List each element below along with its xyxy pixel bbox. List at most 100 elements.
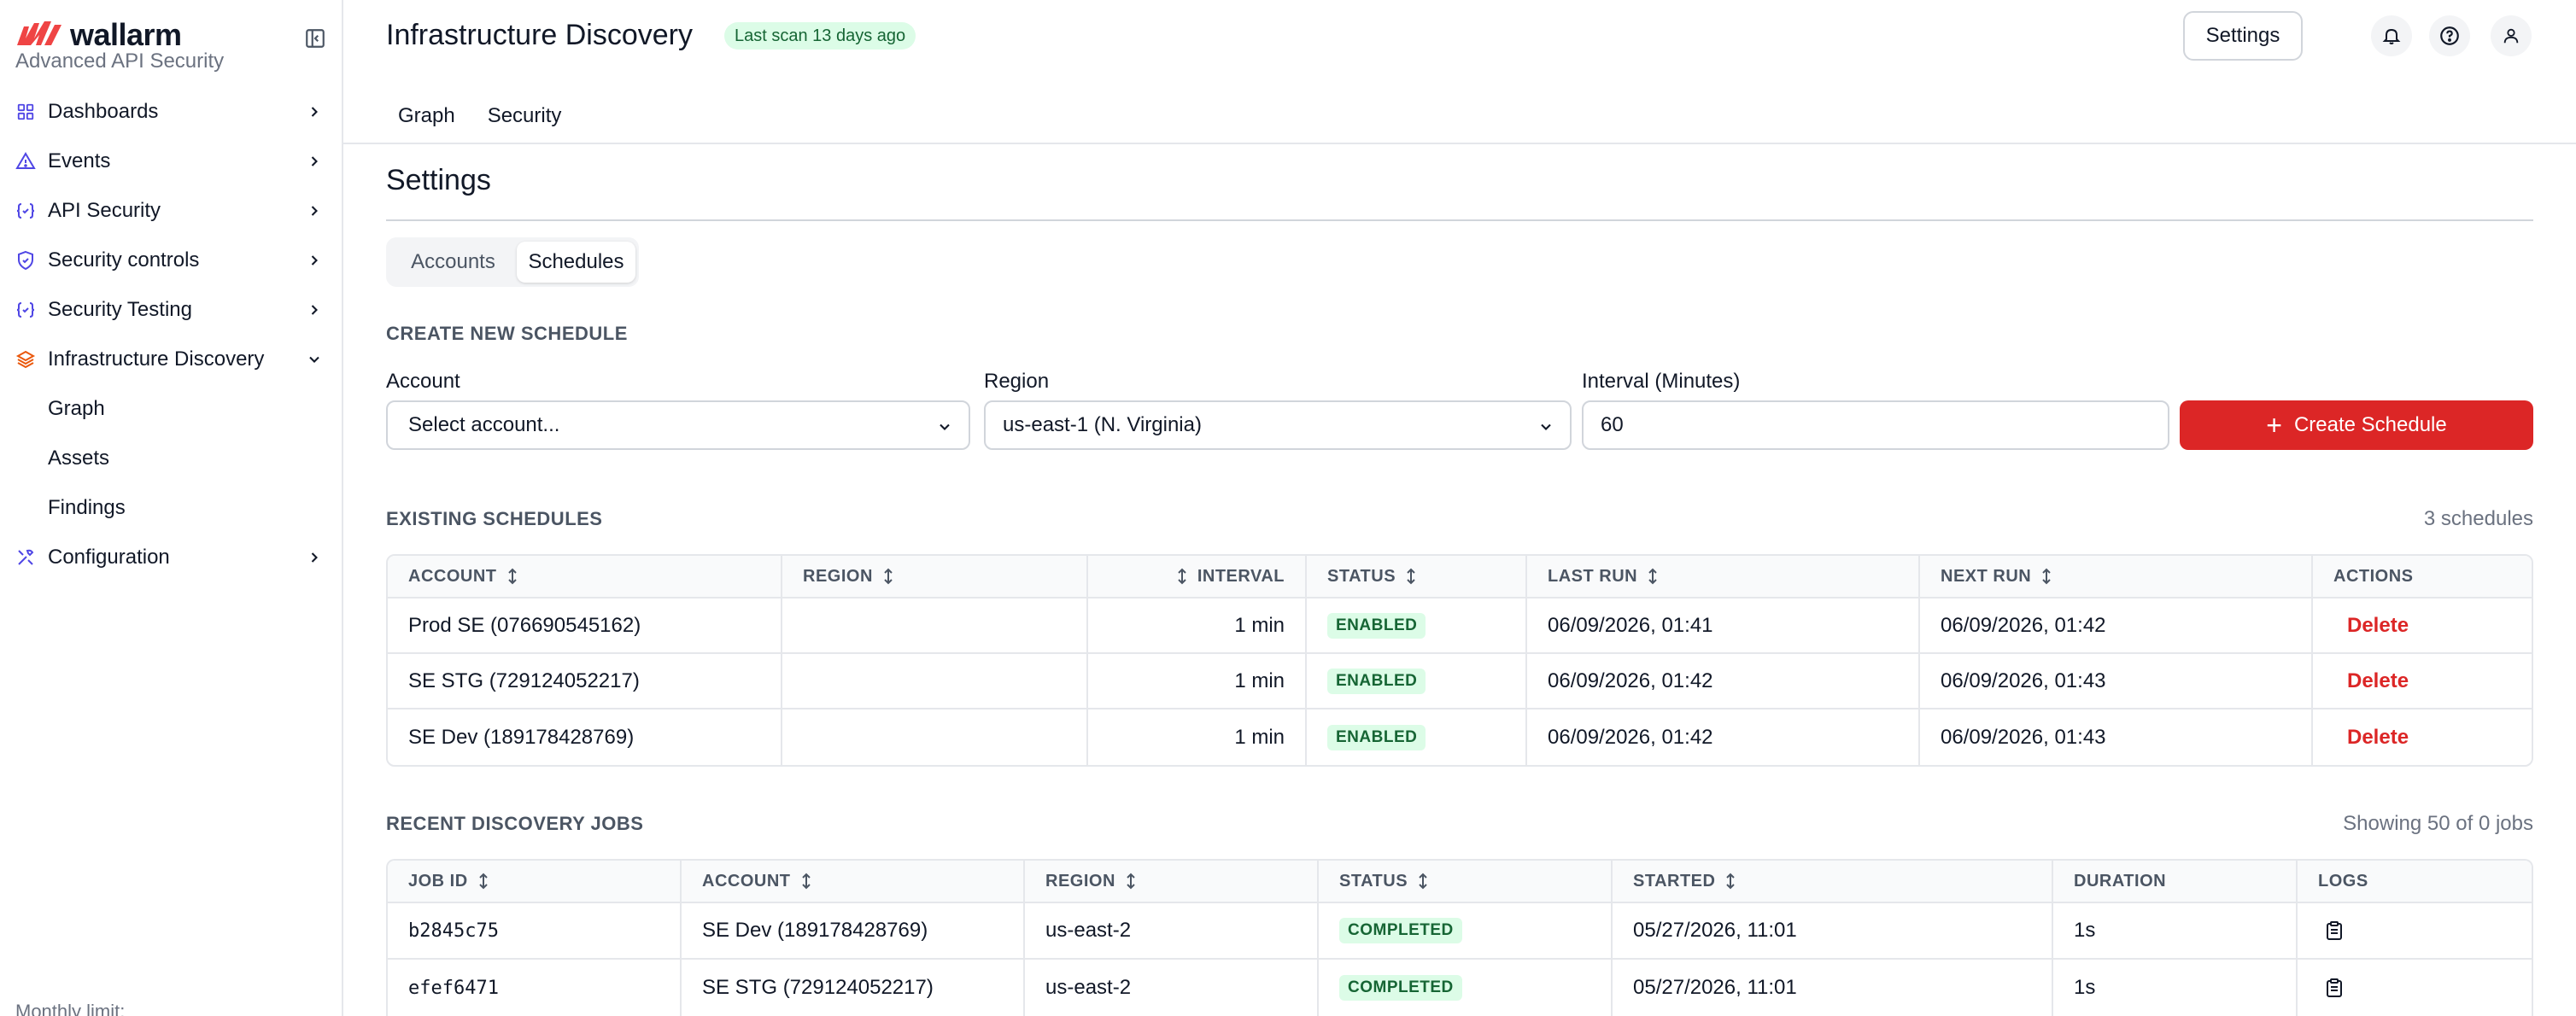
region-select[interactable]: us-east-1 (N. Virginia): [984, 400, 1572, 450]
table-row: Prod SE (076690545162) 1 min ENABLED 06/…: [388, 599, 2532, 654]
sort-icon: [1127, 873, 1135, 890]
column-header-status[interactable]: STATUS: [1307, 556, 1527, 597]
cell-region: [782, 654, 1088, 708]
segment-accounts[interactable]: Accounts: [389, 242, 517, 283]
settings-segmented-control: Accounts Schedules: [386, 237, 639, 287]
delete-button[interactable]: Delete: [2347, 669, 2409, 693]
last-scan-badge: Last scan 13 days ago: [724, 22, 916, 50]
sidebar-item-configuration[interactable]: Configuration: [0, 533, 342, 582]
sidebar-subitem-graph[interactable]: Graph: [0, 384, 342, 434]
help-button[interactable]: [2429, 15, 2470, 56]
column-label: STATUS: [1327, 566, 1396, 586]
column-label: ACCOUNT: [408, 566, 497, 586]
sidebar-item-dashboards[interactable]: Dashboards: [0, 87, 342, 137]
tab-security[interactable]: Security: [476, 92, 574, 140]
column-label: REGION: [1045, 871, 1115, 890]
column-header-job-id[interactable]: JOB ID: [388, 861, 682, 902]
sidebar-item-infrastructure-discovery[interactable]: Infrastructure Discovery: [0, 335, 342, 384]
tools-icon: [15, 547, 36, 568]
table-row: SE STG (729124052217) 1 min ENABLED 06/0…: [388, 654, 2532, 709]
tabs-divider: [343, 143, 2576, 144]
cell-actions: Delete: [2313, 709, 2532, 765]
sort-icon: [1726, 873, 1736, 890]
settings-button[interactable]: Settings: [2183, 11, 2303, 61]
status-badge: COMPLETED: [1339, 918, 1462, 943]
brand-logo[interactable]: wallarm: [15, 17, 182, 53]
user-menu-button[interactable]: [2491, 15, 2532, 56]
chevron-right-icon: [311, 107, 318, 117]
cell-region: [782, 599, 1088, 652]
delete-button[interactable]: Delete: [2347, 726, 2409, 750]
account-select[interactable]: Select account...: [386, 400, 970, 450]
cell-started: 05/27/2026, 11:01: [1613, 903, 2053, 958]
status-badge: COMPLETED: [1339, 975, 1462, 1001]
cell-status: ENABLED: [1307, 654, 1527, 708]
sidebar-item-label: Configuration: [48, 546, 170, 569]
sidebar-item-api-security[interactable]: API Security: [0, 186, 342, 236]
sidebar-subitem-assets[interactable]: Assets: [0, 434, 342, 483]
chevron-right-icon: [311, 552, 318, 563]
cell-next-run: 06/09/2026, 01:43: [1920, 709, 2313, 765]
column-header-logs: LOGS: [2298, 861, 2532, 902]
jobs-count: Showing 50 of 0 jobs: [2343, 812, 2533, 835]
account-select-value: Select account...: [408, 413, 560, 436]
cell-status: COMPLETED: [1319, 903, 1613, 958]
column-header-duration: DURATION: [2053, 861, 2298, 902]
notifications-button[interactable]: [2371, 15, 2412, 56]
column-header-account[interactable]: ACCOUNT: [388, 556, 782, 597]
tab-graph[interactable]: Graph: [386, 92, 467, 140]
interval-field-label: Interval (Minutes): [1582, 370, 1741, 393]
column-label: ACTIONS: [2333, 566, 2414, 586]
chevron-down-icon: [1541, 423, 1551, 430]
sort-icon: [1178, 568, 1186, 585]
sidebar-item-label: Security controls: [48, 248, 200, 272]
table-row: efef6471 SE STG (729124052217) us-east-2…: [388, 960, 2532, 1016]
cell-account: SE Dev (189178428769): [388, 709, 782, 765]
sort-icon: [884, 568, 893, 585]
page-title: Infrastructure Discovery: [386, 19, 693, 51]
clipboard-icon[interactable]: [2325, 920, 2344, 941]
sidebar-item-events[interactable]: Events: [0, 137, 342, 186]
clipboard-icon[interactable]: [2325, 978, 2344, 998]
column-header-status[interactable]: STATUS: [1319, 861, 1613, 902]
create-schedule-button[interactable]: + Create Schedule: [2180, 400, 2533, 450]
column-header-last-run[interactable]: LAST RUN: [1527, 556, 1920, 597]
cell-actions: Delete: [2313, 599, 2532, 652]
column-header-region[interactable]: REGION: [1025, 861, 1319, 902]
column-header-account[interactable]: ACCOUNT: [682, 861, 1025, 902]
cell-duration: 1s: [2053, 903, 2298, 958]
column-header-next-run[interactable]: NEXT RUN: [1920, 556, 2313, 597]
column-header-started[interactable]: STARTED: [1613, 861, 2053, 902]
cell-started: 05/27/2026, 11:01: [1613, 960, 2053, 1016]
cell-last-run: 06/09/2026, 01:42: [1527, 654, 1920, 708]
table-header: JOB ID ACCOUNT REGION STATUS STARTED DUR…: [388, 861, 2532, 903]
cell-logs: [2298, 903, 2532, 958]
schedules-table: ACCOUNT REGION INTERVAL STATUS LAST RUN …: [386, 554, 2533, 767]
column-label: DURATION: [2074, 871, 2167, 890]
delete-button[interactable]: Delete: [2347, 614, 2409, 638]
cell-account: SE Dev (189178428769): [682, 903, 1025, 958]
sidebar-item-label: API Security: [48, 199, 161, 222]
column-header-interval[interactable]: INTERVAL: [1088, 556, 1307, 597]
sidebar-collapse-icon[interactable]: [304, 27, 326, 50]
sidebar-item-label: Infrastructure Discovery: [48, 347, 265, 371]
sidebar-item-security-testing[interactable]: Security Testing: [0, 285, 342, 335]
segment-schedules[interactable]: Schedules: [516, 242, 635, 283]
create-schedule-label: Create Schedule: [2293, 413, 2447, 436]
cell-status: ENABLED: [1307, 599, 1527, 652]
cell-region: us-east-2: [1025, 960, 1319, 1016]
cell-actions: Delete: [2313, 654, 2532, 708]
sidebar-subitem-findings[interactable]: Findings: [0, 483, 342, 533]
sidebar-item-security-controls[interactable]: Security controls: [0, 236, 342, 285]
column-label: LAST RUN: [1548, 566, 1638, 586]
column-label: STARTED: [1633, 871, 1716, 890]
cell-next-run: 06/09/2026, 01:42: [1920, 599, 2313, 652]
sort-icon: [478, 873, 488, 890]
column-label: STATUS: [1339, 871, 1408, 890]
column-header-region[interactable]: REGION: [782, 556, 1088, 597]
column-header-actions: ACTIONS: [2313, 556, 2532, 597]
interval-input[interactable]: 60: [1582, 400, 2169, 450]
wallarm-logo-icon: [17, 21, 61, 45]
status-badge: ENABLED: [1327, 724, 1426, 750]
sidebar-item-label: Dashboards: [48, 100, 159, 123]
